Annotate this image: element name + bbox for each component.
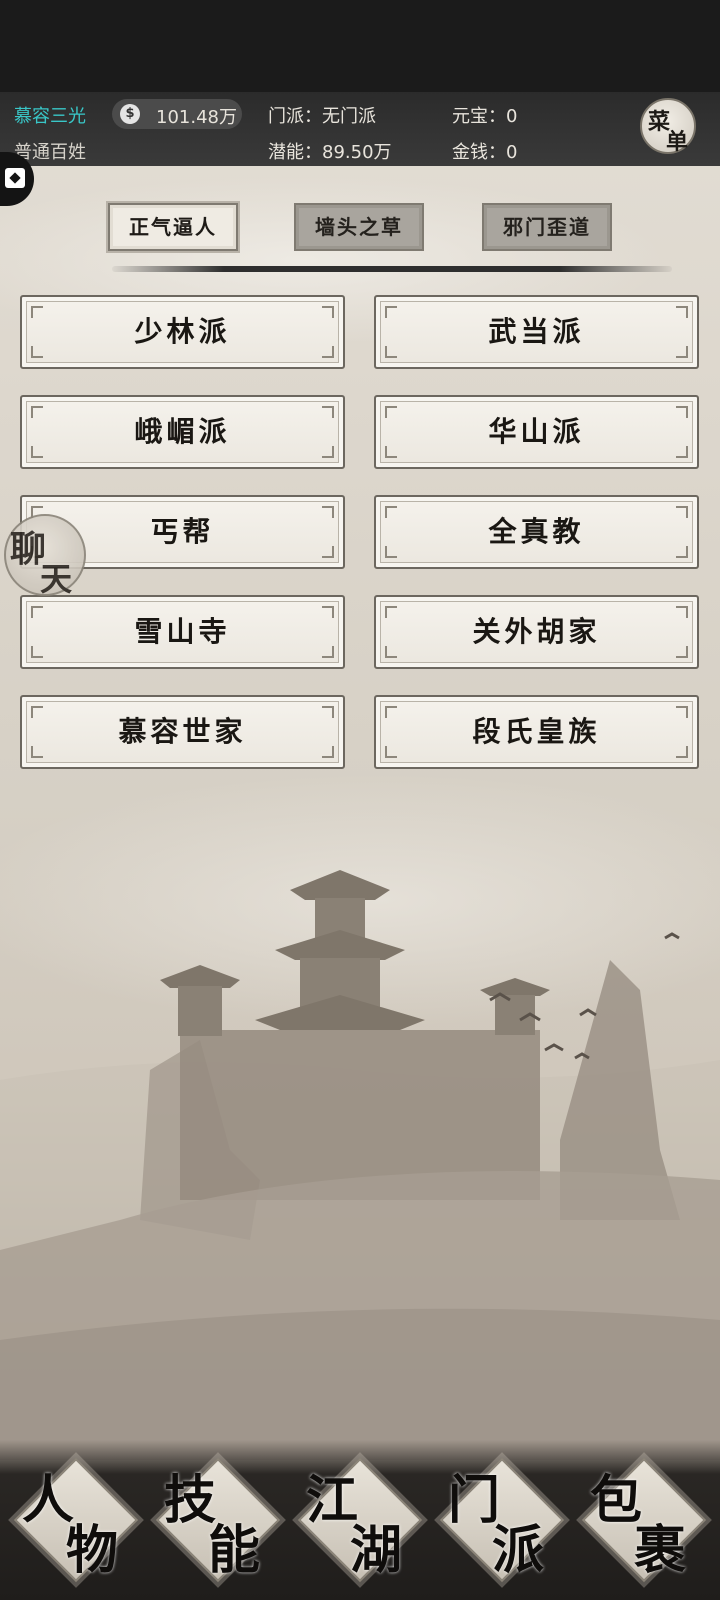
coin-value: 101.48万 (156, 107, 237, 128)
status-bar (0, 0, 720, 92)
divider (112, 266, 672, 272)
nav-jianghu[interactable]: 江 湖 (292, 1452, 428, 1588)
nav-char-2: 湖 (350, 1520, 403, 1581)
sect-button-label: 武当派 (488, 315, 585, 348)
player-info-bar: 慕容三光 普通百姓 $ 101.48万 门派：无门派 潜能：89.50万 元宝：… (0, 92, 720, 166)
chat-char-2: 天 (40, 560, 73, 598)
sect-button-label: 段氏皇族 (472, 715, 601, 748)
sect-button-label: 少林派 (134, 315, 231, 348)
player-money: 金钱：0 (452, 142, 518, 163)
nav-char-2: 派 (492, 1520, 545, 1581)
nav-char-2: 裹 (634, 1520, 687, 1581)
sect-button-label: 丐帮 (150, 515, 215, 548)
sect-button-duan[interactable]: 段氏皇族 (374, 695, 699, 769)
player-yuanbao: 元宝：0 (452, 106, 518, 127)
nav-char-2: 能 (208, 1520, 261, 1581)
sect-button-label: 华山派 (488, 415, 585, 448)
sect-button-hujia[interactable]: 关外胡家 (374, 595, 699, 669)
player-sect: 门派：无门派 (268, 106, 376, 127)
coin-display: $ 101.48万 (112, 99, 242, 129)
filter-tab-righteous[interactable]: 正气逼人 (108, 203, 238, 251)
nav-skills[interactable]: 技 能 (150, 1452, 286, 1588)
sect-button-label: 雪山寺 (134, 615, 231, 648)
sect-button-quanzhen[interactable]: 全真教 (374, 495, 699, 569)
player-potential: 潜能：89.50万 (268, 142, 392, 163)
pagoda-landscape-illustration (0, 870, 720, 1460)
sect-button-shaolin[interactable]: 少林派 (20, 295, 345, 369)
sect-button-wudang[interactable]: 武当派 (374, 295, 699, 369)
sect-button-label: 慕容世家 (118, 715, 247, 748)
sect-button-murong[interactable]: 慕容世家 (20, 695, 345, 769)
player-name[interactable]: 慕容三光 (14, 102, 86, 128)
nav-inventory[interactable]: 包 裹 (576, 1452, 712, 1588)
sect-button-huashan[interactable]: 华山派 (374, 395, 699, 469)
filter-tab-evil[interactable]: 邪门歪道 (482, 203, 612, 251)
nav-sect[interactable]: 门 派 (434, 1452, 570, 1588)
chat-button[interactable]: 聊 天 (4, 514, 86, 598)
filter-tab-neutral[interactable]: 墙头之草 (294, 203, 424, 251)
menu-button[interactable]: 菜 单 (640, 98, 696, 155)
sect-button-label: 峨嵋派 (134, 415, 231, 448)
menu-char-2: 单 (666, 129, 689, 155)
nav-character[interactable]: 人 物 (8, 1452, 144, 1588)
sect-button-xueshan[interactable]: 雪山寺 (20, 595, 345, 669)
sect-button-label: 全真教 (488, 515, 585, 548)
sect-button-emei[interactable]: 峨嵋派 (20, 395, 345, 469)
puzzle-icon (5, 168, 25, 188)
coin-icon: $ (120, 104, 140, 124)
nav-char-2: 物 (66, 1520, 119, 1581)
sect-button-label: 关外胡家 (472, 615, 601, 648)
